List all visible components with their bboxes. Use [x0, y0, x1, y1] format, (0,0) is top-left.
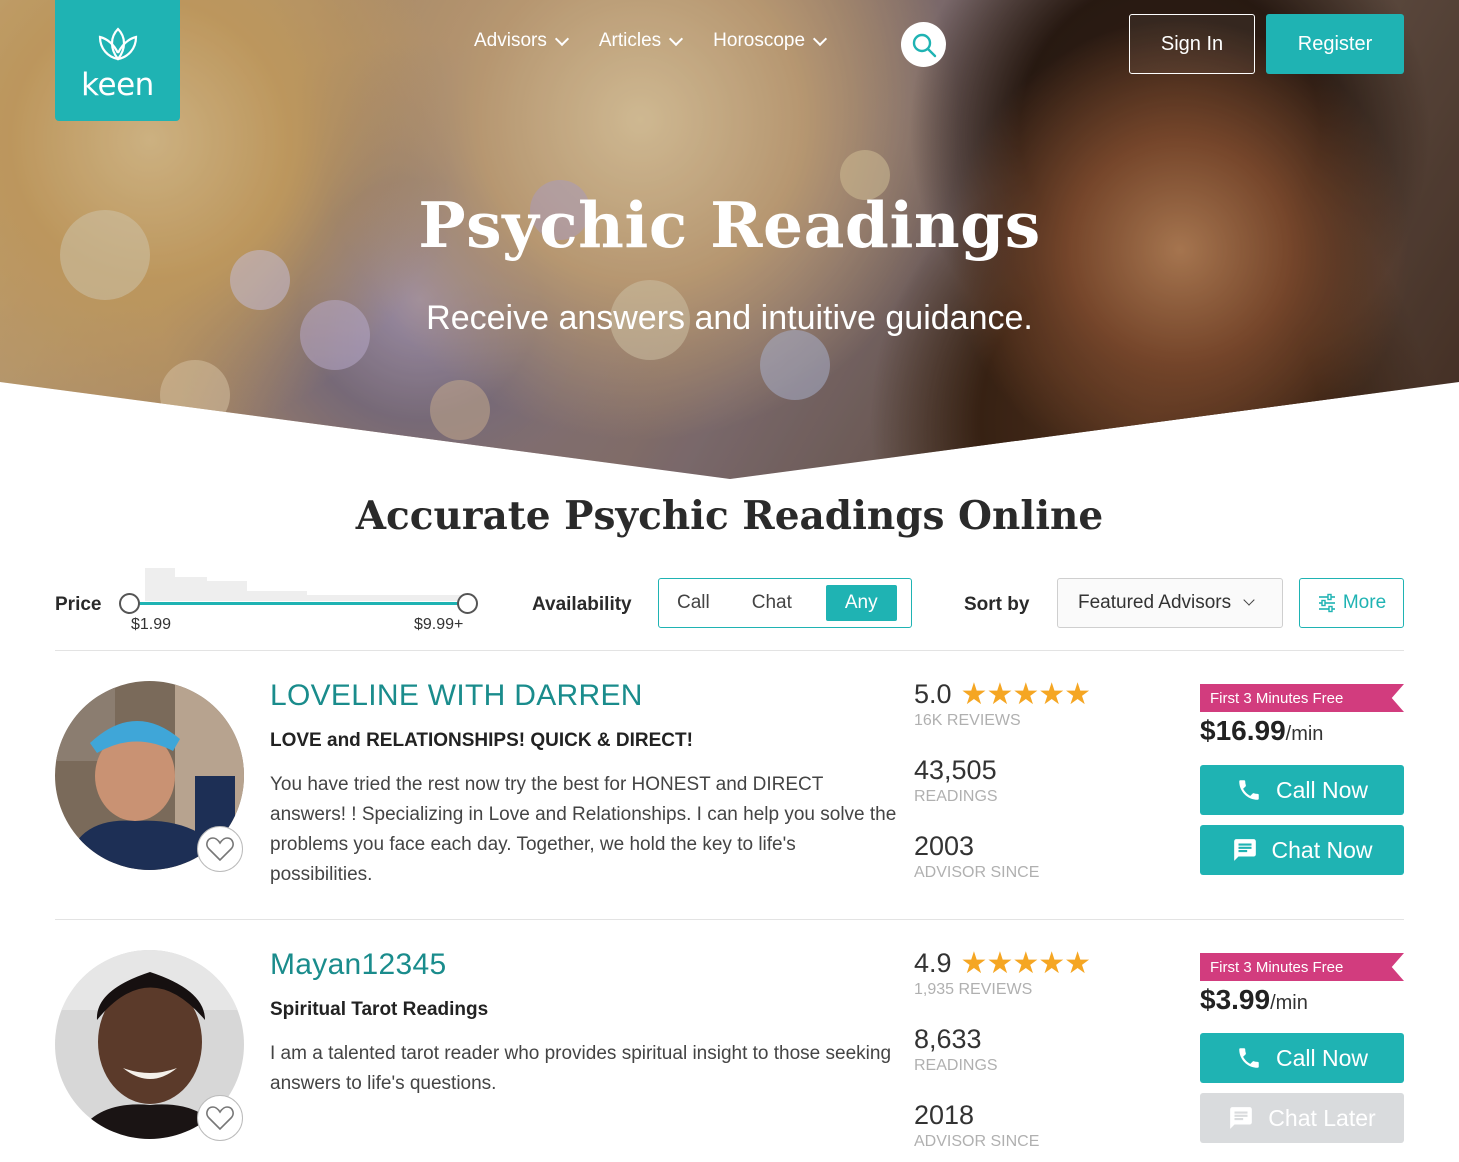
advisor-price: $16.99/min: [1200, 715, 1323, 747]
advisor-since-year: 2003: [914, 831, 975, 861]
availability-toggle: Call Chat Any: [658, 578, 912, 628]
main-nav: Advisors Articles Horoscope: [474, 30, 857, 52]
review-count[interactable]: 1,935 REVIEWS: [914, 981, 1032, 999]
advisor-price: $3.99/min: [1200, 984, 1308, 1016]
price-min-value: $1.99: [131, 616, 172, 633]
chevron-down-icon: [812, 31, 828, 47]
search-button[interactable]: [901, 22, 946, 67]
hero-title: Psychic Readings: [418, 188, 1041, 262]
advisor-tagline: Spiritual Tarot Readings: [270, 999, 489, 1020]
promo-ribbon: First 3 Minutes Free: [1200, 684, 1404, 712]
advisor-rating: 4.9 ★ ★ ★ ★ ★: [914, 946, 1092, 980]
chevron-down-icon: [554, 31, 569, 47]
hero-subtitle: Receive answers and intuitive guidance.: [426, 299, 1033, 337]
readings-label: READINGS: [914, 788, 998, 805]
price-min-handle[interactable]: [119, 593, 140, 614]
advisor-tagline: LOVE and RELATIONSHIPS! QUICK & DIRECT!: [270, 730, 693, 751]
lotus-icon: [98, 26, 137, 61]
readings-label: READINGS: [914, 1057, 998, 1074]
more-label: More: [1342, 592, 1387, 613]
filter-bar: Price $1.99 $9.99+ Availability Call Cha…: [55, 565, 1404, 651]
nav-advisors[interactable]: Advisors: [474, 30, 569, 52]
price-label: Price: [55, 594, 102, 615]
sort-value: Featured Advisors: [1078, 592, 1232, 613]
price-unit: /min: [1285, 723, 1324, 745]
register-button[interactable]: Register: [1266, 14, 1404, 74]
chat-now-button[interactable]: Chat Now: [1200, 825, 1404, 875]
logo-wordmark: keen: [81, 66, 154, 103]
call-now-label: Call Now: [1275, 776, 1369, 803]
search-icon: [912, 33, 936, 57]
keen-logo[interactable]: keen: [55, 0, 180, 121]
availability-chat[interactable]: Chat: [740, 585, 804, 621]
availability-label: Availability: [532, 594, 632, 615]
chevron-down-icon: [669, 31, 684, 47]
advisor-name[interactable]: Mayan12345: [270, 948, 446, 982]
sort-label: Sort by: [964, 594, 1030, 615]
sort-dropdown[interactable]: Featured Advisors: [1057, 578, 1283, 628]
availability-call[interactable]: Call: [665, 585, 722, 621]
favorite-button[interactable]: [197, 826, 243, 872]
advisor-since-label: ADVISOR SINCE: [914, 864, 1040, 881]
readings-count: 8,633: [914, 1024, 982, 1054]
nav-horoscope-label: Horoscope: [713, 30, 806, 51]
price-max-value: $9.99+: [414, 616, 464, 633]
chevron-down-icon: [1243, 594, 1255, 606]
chat-later-button[interactable]: Chat Later: [1200, 1093, 1404, 1143]
readings-count: 43,505: [914, 755, 997, 785]
call-now-button[interactable]: Call Now: [1200, 765, 1404, 815]
nav-advisors-label: Advisors: [474, 30, 547, 51]
advisor-since-label: ADVISOR SINCE: [914, 1133, 1040, 1150]
call-now-button[interactable]: Call Now: [1200, 1033, 1404, 1083]
star-rating-icon: ★ ★ ★ ★ ★: [960, 946, 1092, 980]
more-filters-button[interactable]: More: [1299, 578, 1404, 628]
phone-icon: [1239, 1048, 1259, 1068]
chat-later-label: Chat Later: [1268, 1104, 1376, 1131]
advisor-name[interactable]: LOVELINE WITH DARREN: [270, 679, 643, 713]
review-count[interactable]: 16K REVIEWS: [914, 712, 1021, 730]
advisor-card[interactable]: LOVELINE WITH DARREN LOVE and RELATIONSH…: [55, 651, 1404, 920]
availability-any[interactable]: Any: [825, 585, 897, 621]
nav-articles-label: Articles: [598, 30, 662, 51]
rating-value: 5.0: [914, 679, 952, 709]
call-now-label: Call Now: [1275, 1044, 1369, 1071]
price-value: $3.99: [1200, 984, 1271, 1015]
price-histogram: [145, 568, 475, 601]
advisor-description: You have tried the rest now try the best…: [270, 774, 897, 885]
heart-icon: [206, 1106, 234, 1131]
nav-articles[interactable]: Articles: [598, 30, 684, 52]
rating-value: 4.9: [914, 948, 952, 978]
advisor-rating: 5.0 ★ ★ ★ ★ ★: [914, 677, 1092, 711]
section-title: Accurate Psychic Readings Online: [355, 493, 1104, 539]
chat-icon: [1233, 839, 1256, 861]
advisor-since-year: 2018: [914, 1100, 975, 1130]
price-max-handle[interactable]: [457, 593, 478, 614]
advisor-card[interactable]: Mayan12345 Spiritual Tarot Readings I am…: [55, 920, 1404, 1162]
star-rating-icon: ★ ★ ★ ★ ★: [960, 677, 1092, 711]
sliders-icon: [1318, 593, 1335, 613]
phone-icon: [1239, 780, 1259, 800]
heart-icon: [206, 837, 234, 862]
chat-icon: [1230, 1107, 1253, 1129]
favorite-button[interactable]: [197, 1095, 243, 1141]
price-unit: /min: [1270, 992, 1308, 1014]
chat-now-label: Chat Now: [1271, 836, 1373, 863]
sign-in-button[interactable]: Sign In: [1129, 14, 1255, 74]
nav-horoscope[interactable]: Horoscope: [713, 30, 828, 52]
price-value: $16.99: [1200, 715, 1286, 746]
advisor-description: I am a talented tarot reader who provide…: [270, 1043, 892, 1094]
price-slider-track[interactable]: [130, 602, 467, 605]
promo-ribbon: First 3 Minutes Free: [1200, 953, 1404, 981]
